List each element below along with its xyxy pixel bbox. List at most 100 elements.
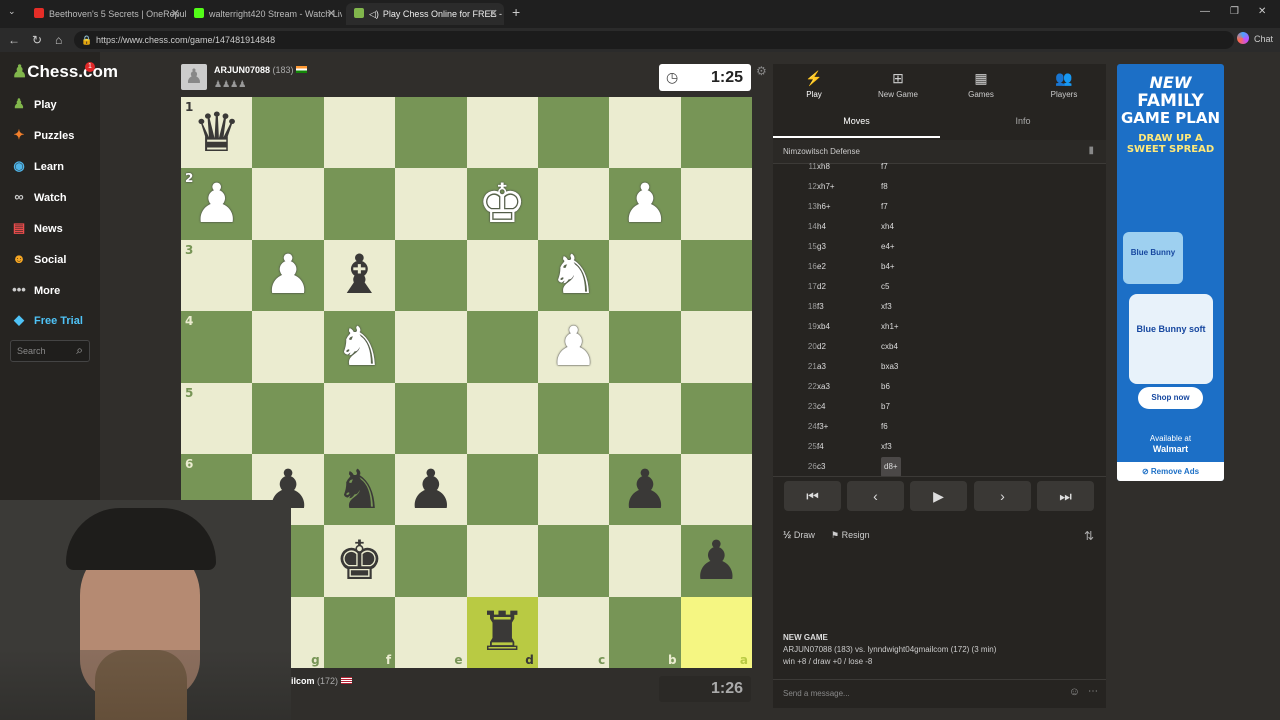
square-a3[interactable]	[680, 239, 752, 312]
chat-label[interactable]: Chat	[1254, 34, 1273, 44]
sidebar-item-puzzles[interactable]: ✦ Puzzles	[10, 124, 75, 146]
white-pawn-piece[interactable]: ♟	[264, 248, 312, 302]
square-a8[interactable]: a	[680, 596, 752, 668]
minimize-icon[interactable]: —	[1200, 6, 1210, 17]
advertisement[interactable]: NEW FAMILY GAME PLAN DRAW UP A SWEET SPR…	[1117, 64, 1224, 481]
move-row[interactable]: 16. e2 b4+	[773, 257, 1093, 277]
move-row[interactable]: 21. a3 bxa3	[773, 357, 1093, 377]
move-row[interactable]: 12. xh7+ f8	[773, 177, 1093, 197]
square-e5[interactable]	[395, 382, 467, 454]
square-d1[interactable]	[466, 97, 538, 169]
black-move[interactable]: xf3	[881, 297, 892, 317]
black-move[interactable]: f8	[881, 177, 888, 197]
shop-now-button[interactable]: Shop now	[1138, 387, 1203, 409]
white-move[interactable]: xb4	[817, 317, 830, 337]
white-move[interactable]: d2	[817, 337, 826, 357]
square-d8[interactable]: ♜ d	[466, 596, 538, 668]
square-f3[interactable]: ♝	[323, 239, 396, 312]
move-row[interactable]: 25. f4 xf3	[773, 437, 1093, 457]
square-a4[interactable]	[680, 311, 752, 383]
black-move[interactable]: cxb4	[881, 337, 898, 357]
square-c1[interactable]	[537, 97, 610, 169]
white-pawn-piece[interactable]: ♟	[549, 319, 597, 374]
square-h5[interactable]: 5	[181, 382, 253, 454]
square-f2[interactable]	[323, 168, 396, 240]
copilot-icon[interactable]	[1237, 32, 1249, 44]
square-c2[interactable]	[537, 168, 610, 240]
trash-icon[interactable]: ▮	[1088, 145, 1094, 156]
square-e7[interactable]	[395, 525, 467, 597]
white-move[interactable]: xh7+	[817, 177, 835, 197]
square-h1[interactable]: 1 ♛	[181, 97, 253, 169]
white-move[interactable]: d2	[817, 277, 826, 297]
search-icon[interactable]: ⌕	[76, 343, 83, 358]
move-row[interactable]: 14. h4 xh4	[773, 217, 1093, 237]
square-e4[interactable]	[395, 311, 467, 383]
top-player-avatar[interactable]: ♟	[181, 64, 207, 90]
chess-logo[interactable]: ♟Chess.com	[12, 62, 118, 82]
sidebar-item-play[interactable]: ♟ Play	[10, 93, 56, 115]
new-tab-icon[interactable]: +	[512, 4, 520, 20]
square-e2[interactable]	[395, 168, 467, 240]
black-move[interactable]: f7	[881, 197, 888, 217]
move-row[interactable]: 17. d2 c5	[773, 277, 1093, 297]
white-move[interactable]: f4	[817, 437, 824, 457]
flip-board-icon[interactable]: ⇅	[1084, 529, 1094, 543]
square-d2[interactable]: ♚	[466, 168, 538, 240]
top-player-info[interactable]: ARJUN07088 (183)	[214, 65, 308, 75]
bottom-player-info[interactable]: ilcom (172)	[291, 676, 352, 686]
white-move[interactable]: c3	[817, 457, 825, 477]
square-a2[interactable]	[680, 168, 752, 240]
resign-button[interactable]: ⚑ Resign	[831, 530, 870, 541]
square-b6[interactable]: ♟	[609, 453, 681, 526]
black-move[interactable]: xh1+	[881, 317, 899, 337]
square-d6[interactable]	[466, 453, 538, 526]
settings-gear-icon[interactable]: ⚙	[756, 64, 767, 78]
sidebar-search[interactable]: Search ⌕	[10, 340, 90, 362]
black-pawn-piece[interactable]: ♟	[621, 462, 669, 517]
black-move[interactable]: c5	[881, 277, 889, 297]
subtab-info[interactable]: Info	[940, 108, 1106, 138]
move-row[interactable]: 13. h6+ f7	[773, 197, 1093, 217]
white-king-piece[interactable]: ♚	[478, 177, 526, 231]
square-d5[interactable]	[466, 382, 538, 454]
white-move[interactable]: xh8	[817, 159, 830, 177]
opening-name[interactable]: Nimzowitsch Defense	[783, 147, 860, 156]
black-move[interactable]: b6	[881, 377, 890, 397]
square-d4[interactable]	[466, 311, 538, 383]
chat-input[interactable]: Send a message... ☺ ⋯	[773, 679, 1106, 705]
black-move[interactable]: xh4	[881, 217, 894, 237]
sidebar-item-news[interactable]: ▤ News	[10, 217, 63, 239]
window-close-icon[interactable]: ✕	[1258, 6, 1266, 17]
sidebar-item-social[interactable]: ☻ Social	[10, 248, 66, 270]
square-c7[interactable]	[537, 525, 610, 597]
black-rook-piece[interactable]: ♜	[478, 605, 526, 659]
move-row[interactable]: 23. c4 b7	[773, 397, 1093, 417]
move-row[interactable]: 22. xa3 b6	[773, 377, 1093, 397]
play-button[interactable]: ▶	[910, 481, 967, 511]
subtab-moves[interactable]: Moves	[773, 108, 940, 138]
tab-list-icon[interactable]: ⌄	[8, 6, 16, 17]
square-f4[interactable]: ♞	[323, 311, 396, 383]
white-move[interactable]: e2	[817, 257, 826, 277]
square-c6[interactable]	[537, 453, 610, 526]
home-icon[interactable]: ⌂	[55, 33, 62, 47]
square-h3[interactable]: 3	[181, 239, 253, 312]
square-g2[interactable]	[252, 168, 324, 240]
close-tab-icon[interactable]: ✕	[489, 3, 498, 25]
first-move-button[interactable]: ⏮	[784, 481, 841, 511]
move-list[interactable]: 11. xh8 f7 12. xh7+ f8 13. h6+ f7 14. h4 xh4 15.…	[773, 159, 1106, 477]
black-move[interactable]: b7	[881, 397, 890, 417]
white-move[interactable]: g3	[817, 237, 826, 257]
emoji-icon[interactable]: ☺	[1069, 686, 1080, 698]
black-queen-piece[interactable]: ♛	[192, 105, 240, 160]
move-row[interactable]: 26. c3 d8+	[773, 457, 1093, 477]
next-move-button[interactable]: ›	[974, 481, 1031, 511]
back-icon[interactable]: ←	[8, 33, 20, 47]
black-bishop-piece[interactable]: ♝	[335, 248, 383, 302]
move-row[interactable]: 18. f3 xf3	[773, 297, 1093, 317]
last-move-button[interactable]: ⏭	[1037, 481, 1094, 511]
square-f8[interactable]: f	[323, 596, 396, 668]
square-h4[interactable]: 4	[181, 311, 253, 383]
white-move[interactable]: c4	[817, 397, 825, 417]
